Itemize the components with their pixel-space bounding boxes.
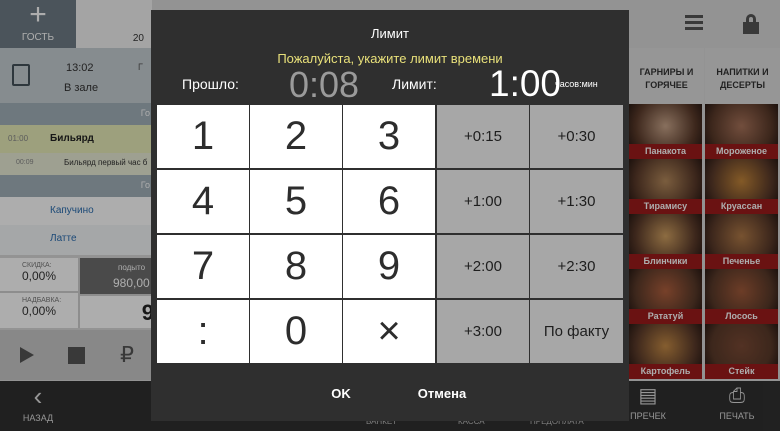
keypad-digit-key[interactable]: 1 (157, 105, 249, 168)
keypad-digit-key[interactable]: 3 (343, 105, 435, 168)
keypad-preset-key[interactable]: По факту (530, 300, 623, 363)
keypad-digit-key[interactable]: 6 (343, 170, 435, 233)
elapsed-value: 0:08 (289, 64, 360, 105)
keypad-digit-key[interactable]: 8 (250, 235, 342, 298)
keypad-digit-key[interactable]: 5 (250, 170, 342, 233)
dialog-title: Лимит (371, 26, 409, 41)
keypad-digit-key[interactable]: 9 (343, 235, 435, 298)
keypad-preset-key[interactable]: +3:00 (437, 300, 529, 363)
keypad: 1 2 3 +0:15 +0:30 4 5 6 +1:00 +1:30 7 8 9 +2:00 +2:30:… (157, 105, 623, 365)
keypad-digit-key[interactable]: : (157, 300, 249, 363)
keypad-preset-key[interactable]: +1:00 (437, 170, 529, 233)
keypad-digit-key[interactable]: 0 (250, 300, 342, 363)
keypad-preset-key[interactable]: +2:00 (437, 235, 529, 298)
keypad-digit-key[interactable]: 2 (250, 105, 342, 168)
limit-unit: часов:мин (555, 79, 598, 89)
keypad-preset-key[interactable]: +2:30 (530, 235, 623, 298)
keypad-digit-key[interactable]: 7 (157, 235, 249, 298)
keypad-digit-key[interactable]: × (343, 300, 435, 363)
keypad-preset-key[interactable]: +0:30 (530, 105, 623, 168)
ok-button[interactable]: OK (311, 379, 371, 409)
keypad-preset-key[interactable]: +0:15 (437, 105, 529, 168)
elapsed-label: Прошло: (182, 76, 239, 92)
limit-label: Лимит: (392, 76, 437, 92)
keypad-preset-key[interactable]: +1:30 (530, 170, 623, 233)
keypad-digit-key[interactable]: 4 (157, 170, 249, 233)
limit-value: 1:00 (489, 63, 562, 104)
time-limit-dialog: Лимит Пожалуйста, укажите лимит времени … (151, 10, 629, 421)
cancel-button[interactable]: Отмена (401, 379, 483, 409)
